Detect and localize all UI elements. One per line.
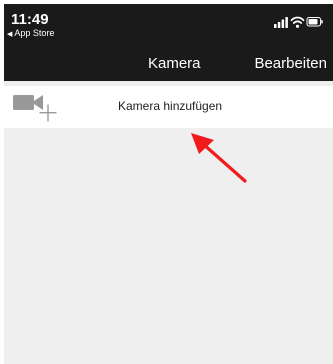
status-bar: 11:49 ◀ App Store [4,4,333,46]
app-screen: 11:49 ◀ App Store Kamera Bearbeiten Kame… [4,4,333,364]
back-arrow-icon: ◀ [7,31,13,38]
navigation-bar: Kamera Bearbeiten [4,46,333,81]
back-to-app-store-link[interactable]: ◀ App Store [7,28,54,38]
status-time: 11:49 [11,11,49,28]
video-camera-add-icon [13,95,65,128]
back-app-label: App Store [14,28,55,38]
battery-icon [306,17,323,27]
status-icons [274,15,324,29]
red-arrow-annotation [189,131,251,187]
cellular-signal-icon [274,17,288,28]
add-camera-row[interactable]: Kamera hinzufügen [4,86,333,128]
add-camera-label: Kamera hinzufügen [118,99,223,113]
wifi-icon [290,16,305,28]
edit-button[interactable]: Bearbeiten [254,55,327,72]
page-title: Kamera [148,55,201,72]
